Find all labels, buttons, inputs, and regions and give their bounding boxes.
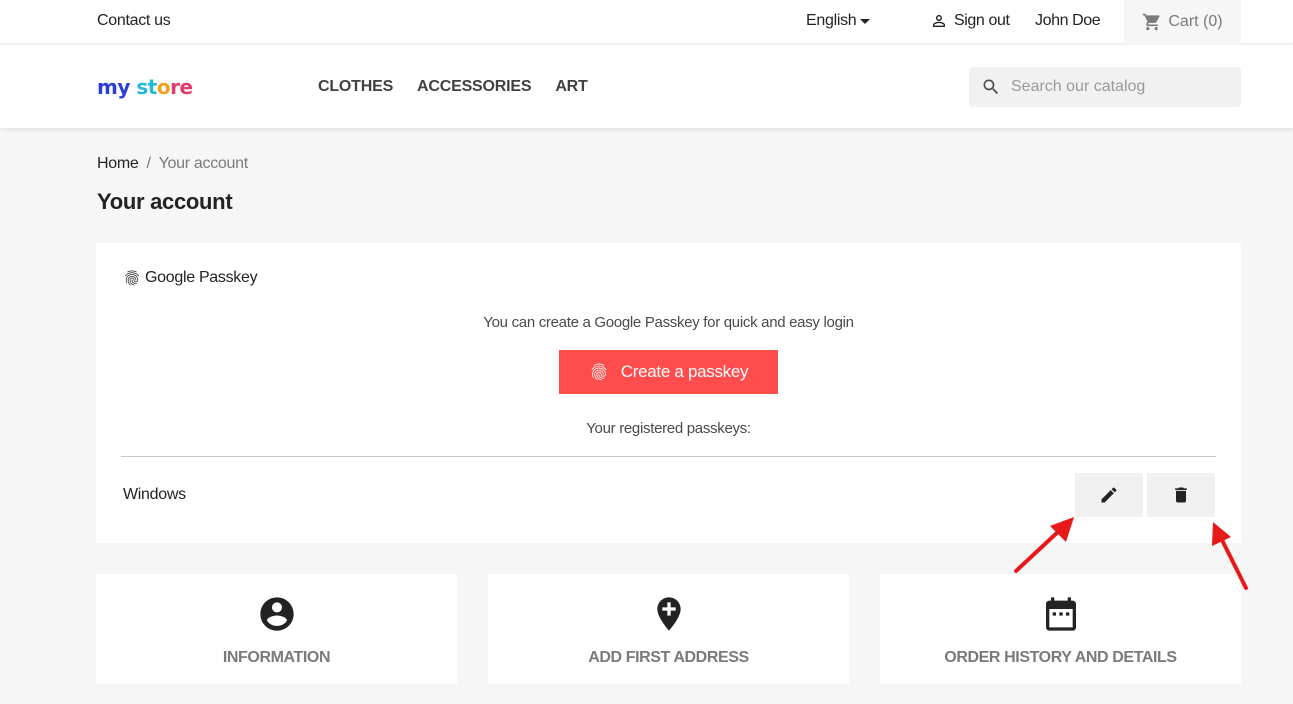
create-passkey-button[interactable]: Create a passkey [559, 350, 778, 394]
user-name[interactable]: John Doe [1035, 12, 1101, 30]
contact-us-link[interactable]: Contact us [97, 12, 171, 30]
divider [121, 456, 1216, 457]
cart-button[interactable]: Cart (0) [1124, 0, 1241, 44]
sign-out-label: Sign out [954, 12, 1010, 29]
trash-icon [1175, 487, 1187, 503]
search-input[interactable] [1011, 78, 1231, 96]
search-icon[interactable] [981, 77, 1001, 97]
breadcrumb-home[interactable]: Home [97, 155, 139, 173]
caret-down-icon [860, 19, 871, 24]
page-title: Your account [97, 189, 233, 214]
fingerprint-icon [125, 270, 139, 286]
main-header: my store CLOTHES ACCESSORIES ART [0, 45, 1293, 128]
order-history-tile[interactable]: ORDER HISTORY AND DETAILS [880, 574, 1241, 684]
sign-out-link[interactable]: Sign out [930, 12, 1010, 30]
passkey-card: Google Passkey You can create a Google P… [96, 243, 1241, 543]
nav-item-clothes[interactable]: CLOTHES [318, 78, 393, 96]
breadcrumb-current: Your account [158, 155, 249, 172]
fingerprint-icon [591, 363, 607, 381]
pencil-icon [1101, 487, 1117, 503]
top-bar: Contact us English Sign out John Doe Car… [0, 0, 1293, 44]
passkey-title-label: Google Passkey [145, 269, 258, 286]
edit-passkey-button[interactable] [1075, 473, 1143, 517]
passkey-name: Windows [123, 486, 186, 503]
delete-passkey-button[interactable] [1147, 473, 1215, 517]
language-label: English [806, 12, 857, 29]
breadcrumb: Home / Your account [97, 155, 248, 173]
calendar-icon [1045, 597, 1076, 631]
cart-icon [1143, 13, 1160, 31]
store-logo[interactable]: my store [97, 75, 193, 99]
cart-label: Cart (0) [1168, 13, 1223, 30]
information-tile[interactable]: INFORMATION [96, 574, 457, 684]
nav-item-art[interactable]: ART [555, 78, 587, 96]
nav-item-accessories[interactable]: ACCESSORIES [417, 78, 531, 96]
passkey-title: Google Passkey [123, 269, 258, 287]
language-selector[interactable]: English [806, 12, 871, 30]
add-location-icon [656, 597, 681, 631]
account-circle-icon [259, 597, 294, 631]
breadcrumb-separator: / [146, 155, 151, 172]
registered-passkeys-label: Your registered passkeys: [586, 420, 751, 437]
add-address-label: ADD FIRST ADDRESS [588, 649, 749, 666]
add-address-tile[interactable]: ADD FIRST ADDRESS [488, 574, 849, 684]
create-passkey-label: Create a passkey [620, 362, 749, 381]
information-label: INFORMATION [222, 649, 331, 666]
order-history-label: ORDER HISTORY AND DETAILS [944, 649, 1177, 666]
main-nav: CLOTHES ACCESSORIES ART [318, 78, 588, 96]
search-box [969, 67, 1241, 107]
user-icon [933, 15, 945, 27]
passkey-description: You can create a Google Passkey for quic… [483, 314, 854, 331]
